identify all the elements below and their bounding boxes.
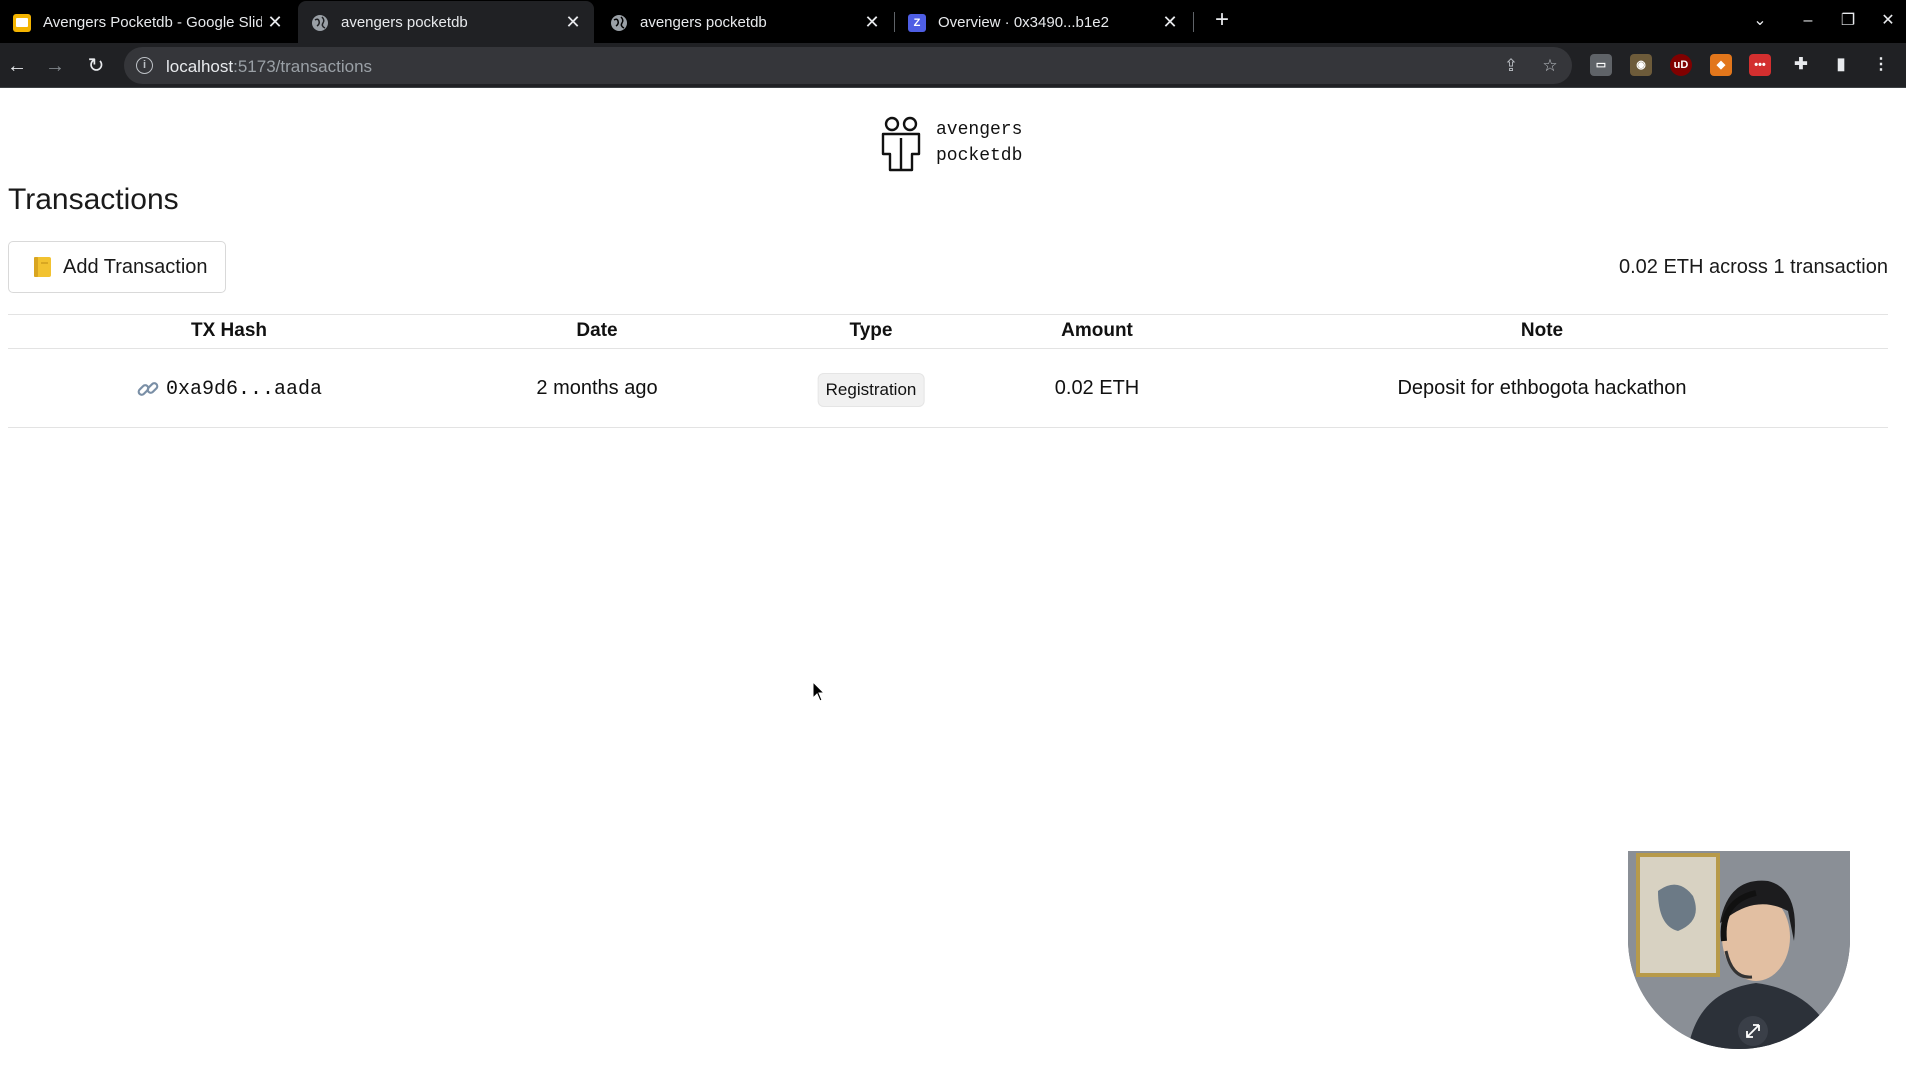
table-divider: [8, 314, 1888, 315]
metamask-fox-icon[interactable]: ◆: [1710, 54, 1732, 76]
type-badge: Registration: [817, 373, 925, 407]
globe-icon: [311, 14, 329, 32]
brand-line-1: avengers: [936, 120, 1023, 140]
tab-title: avengers pocketdb: [341, 14, 468, 31]
forward-arrow-icon[interactable]: →: [40, 51, 70, 81]
url-path: :5173/transactions: [233, 57, 373, 76]
transactions-summary: 0.02 ETH across 1 transaction: [1618, 256, 1888, 278]
page-title: Transactions: [8, 183, 179, 216]
browser-toolbar: ← → ↻ i localhost:5173/transactions ⇪ ☆: [0, 43, 1906, 88]
tab-avengers-pocketdb[interactable]: avengers pocketdb ✕: [597, 4, 893, 41]
minimize-icon[interactable]: –: [1794, 6, 1822, 36]
tab-title: Overview · 0x3490...b1e2: [938, 14, 1109, 31]
restore-icon[interactable]: ❐: [1834, 6, 1862, 36]
tx-hash-link[interactable]: 0xa9d6...aada: [166, 378, 322, 401]
globe-icon: [610, 14, 628, 32]
tab-title: Avengers Pocketdb - Google Slid: [43, 14, 262, 31]
url-host: localhost: [166, 57, 234, 76]
extension-lastpass-icon[interactable]: •••: [1749, 54, 1771, 76]
link-icon: [137, 382, 159, 396]
extension-eye-icon[interactable]: ◉: [1630, 54, 1652, 76]
table-divider: [8, 427, 1888, 428]
new-tab-plus-icon[interactable]: +: [1208, 6, 1236, 34]
tab-overview[interactable]: Z Overview · 0x3490...b1e2 ✕: [895, 4, 1191, 41]
ublock-origin-icon[interactable]: uD: [1670, 54, 1692, 76]
close-icon[interactable]: ✕: [1157, 12, 1183, 33]
side-panel-icon[interactable]: ▮: [1830, 54, 1852, 76]
tx-hash-cell[interactable]: 0xa9d6...aada: [136, 377, 322, 401]
amount-cell: 0.02 ETH: [1054, 377, 1140, 399]
add-transaction-label: Add Transaction: [63, 255, 208, 278]
window-close-icon[interactable]: ✕: [1874, 6, 1902, 36]
tab-avengers-pocketdb-active[interactable]: avengers pocketdb ✕: [298, 1, 594, 44]
mouse-cursor-icon: [812, 681, 826, 702]
site-info-icon[interactable]: i: [136, 57, 153, 74]
extension-screencast-icon[interactable]: ▭: [1590, 54, 1612, 76]
browser-tab-bar: Avengers Pocketdb - Google Slid ✕ avenge…: [0, 0, 1906, 44]
share-icon[interactable]: ⇪: [1501, 56, 1521, 76]
brand-line-2: pocketdb: [936, 146, 1023, 166]
tab-separator: [1193, 12, 1194, 32]
column-header-date: Date: [576, 320, 618, 341]
close-icon[interactable]: ✕: [262, 12, 288, 33]
zksync-icon: Z: [908, 13, 926, 32]
note-cell: Deposit for ethbogota hackathon: [1397, 377, 1687, 399]
page-content: [0, 89, 1906, 1074]
tab-search-chevron-icon[interactable]: ⌄: [1746, 6, 1774, 36]
column-header-amount: Amount: [1061, 320, 1133, 341]
close-icon[interactable]: ✕: [859, 12, 885, 33]
table-divider: [8, 348, 1888, 349]
extensions-puzzle-icon[interactable]: ✚: [1790, 54, 1812, 76]
column-header-tx-hash: TX Hash: [190, 320, 268, 341]
google-slides-icon: [13, 13, 31, 32]
url-text[interactable]: localhost:5173/transactions: [166, 57, 372, 77]
browser-menu-kebab-icon[interactable]: ⋮: [1870, 54, 1892, 76]
brand-wordmark: avengers pocketdb: [936, 117, 1022, 169]
column-header-note: Note: [1520, 320, 1564, 341]
people-logo-icon: [881, 116, 921, 172]
column-header-type: Type: [849, 320, 893, 341]
close-icon[interactable]: ✕: [560, 12, 586, 33]
add-transaction-button[interactable]: Add Transaction: [8, 241, 226, 293]
address-bar[interactable]: i localhost:5173/transactions ⇪ ☆: [124, 47, 1572, 84]
ledger-book-icon: [34, 257, 51, 277]
reload-icon[interactable]: ↻: [81, 51, 111, 81]
tab-title: avengers pocketdb: [640, 14, 767, 31]
tab-google-slides[interactable]: Avengers Pocketdb - Google Slid ✕: [0, 4, 296, 41]
date-cell: 2 months ago: [536, 377, 658, 399]
back-arrow-icon[interactable]: ←: [2, 51, 32, 81]
bookmark-star-icon[interactable]: ☆: [1540, 56, 1560, 76]
